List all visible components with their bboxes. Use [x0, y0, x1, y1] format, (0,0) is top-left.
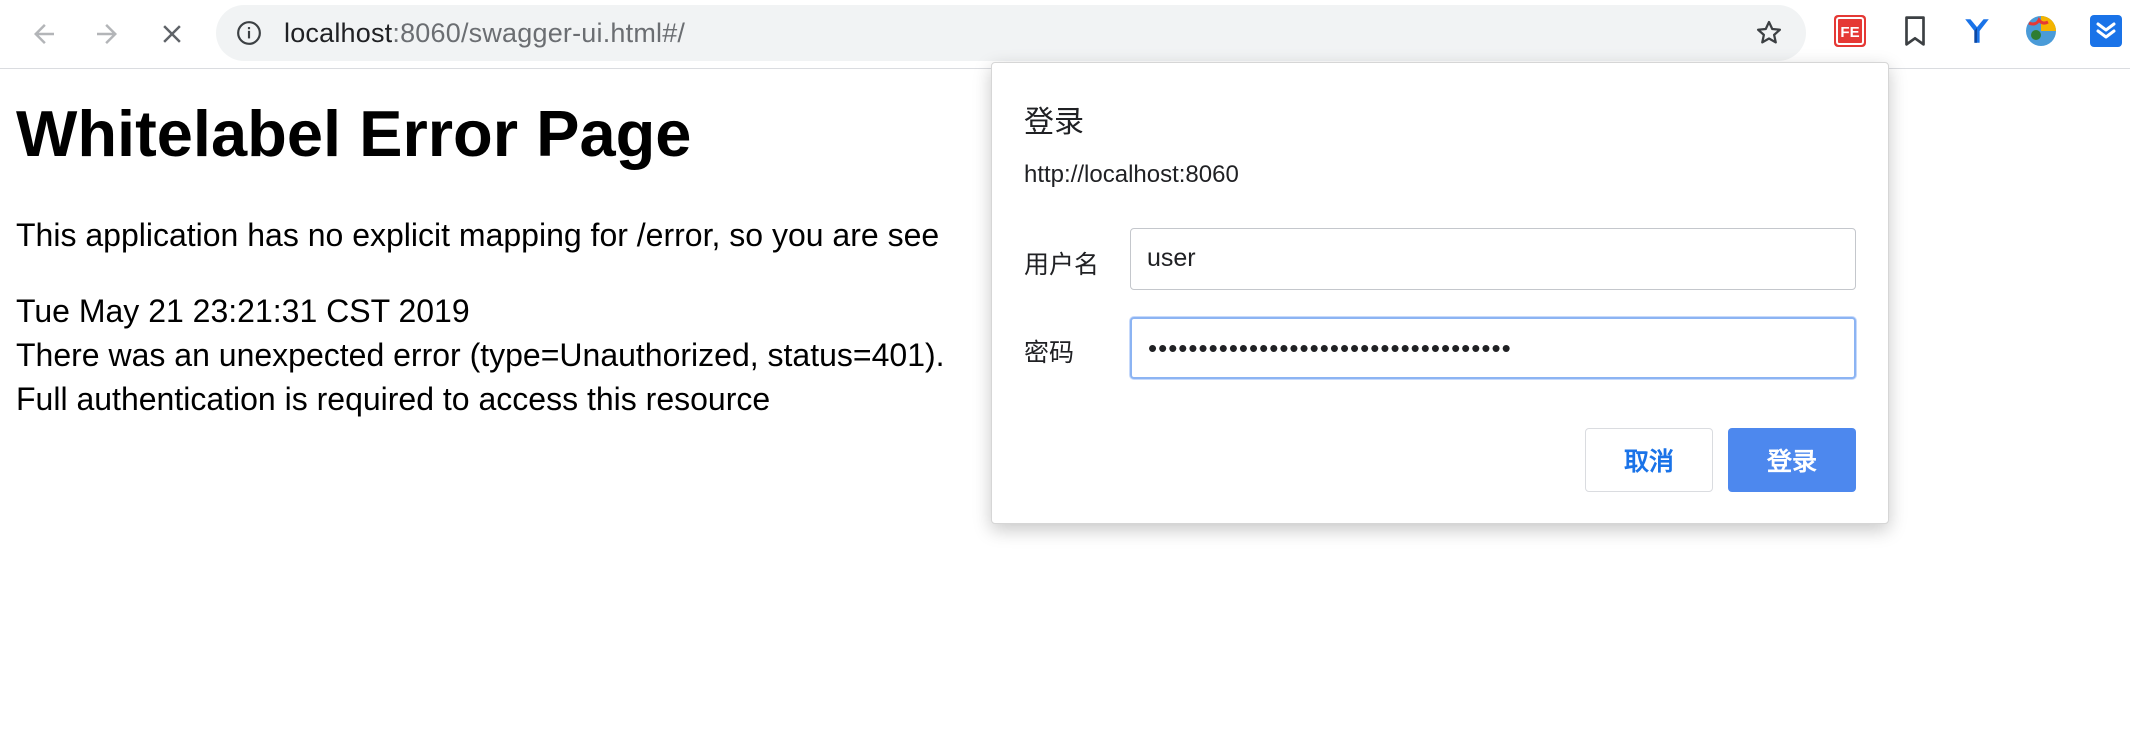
stop-button[interactable]	[148, 10, 196, 58]
url-path: :8060/swagger-ui.html#/	[392, 18, 686, 48]
password-input[interactable]: ••••••••••••••••••••••••••••••••••••	[1130, 317, 1856, 379]
url-host: localhost	[284, 18, 393, 48]
y-extension-icon[interactable]	[1958, 12, 1996, 50]
svg-text:FE: FE	[1840, 24, 1859, 41]
arrow-left-icon	[34, 24, 54, 44]
address-bar[interactable]: localhost:8060/swagger-ui.html#/	[216, 5, 1806, 61]
login-dialog: 登录 http://localhost:8060 用户名 user 密码 •••…	[991, 62, 1889, 524]
save-extension-icon[interactable]	[2087, 12, 2125, 50]
back-button[interactable]	[20, 10, 68, 58]
password-label: 密码	[1024, 339, 1075, 367]
dialog-origin: http://localhost:8060	[1024, 161, 1239, 188]
info-icon[interactable]	[236, 20, 262, 46]
fe-helper-extension-icon[interactable]: FE	[1831, 12, 1869, 50]
forward-button[interactable]	[83, 10, 131, 58]
globe-icon	[2026, 16, 2056, 46]
star-icon[interactable]	[1754, 18, 1784, 48]
username-label: 用户名	[1024, 251, 1100, 279]
bookmark-extension-icon[interactable]	[1896, 12, 1934, 50]
arrow-right-icon	[97, 24, 117, 44]
url-text[interactable]: localhost:8060/swagger-ui.html#/	[284, 5, 685, 61]
login-button[interactable]: 登录	[1728, 428, 1856, 492]
y-icon	[1965, 19, 1989, 43]
username-input[interactable]: user	[1130, 228, 1856, 290]
save-icon	[2090, 15, 2122, 47]
fe-icon: FE	[1834, 15, 1866, 47]
cancel-button[interactable]: 取消	[1585, 428, 1713, 492]
globe-extension-icon[interactable]	[2022, 12, 2060, 50]
dialog-title: 登录	[1024, 106, 1084, 139]
bookmark-icon	[1905, 16, 1925, 46]
close-icon	[163, 25, 181, 43]
browser-toolbar: localhost:8060/swagger-ui.html#/ FE	[0, 0, 2130, 69]
